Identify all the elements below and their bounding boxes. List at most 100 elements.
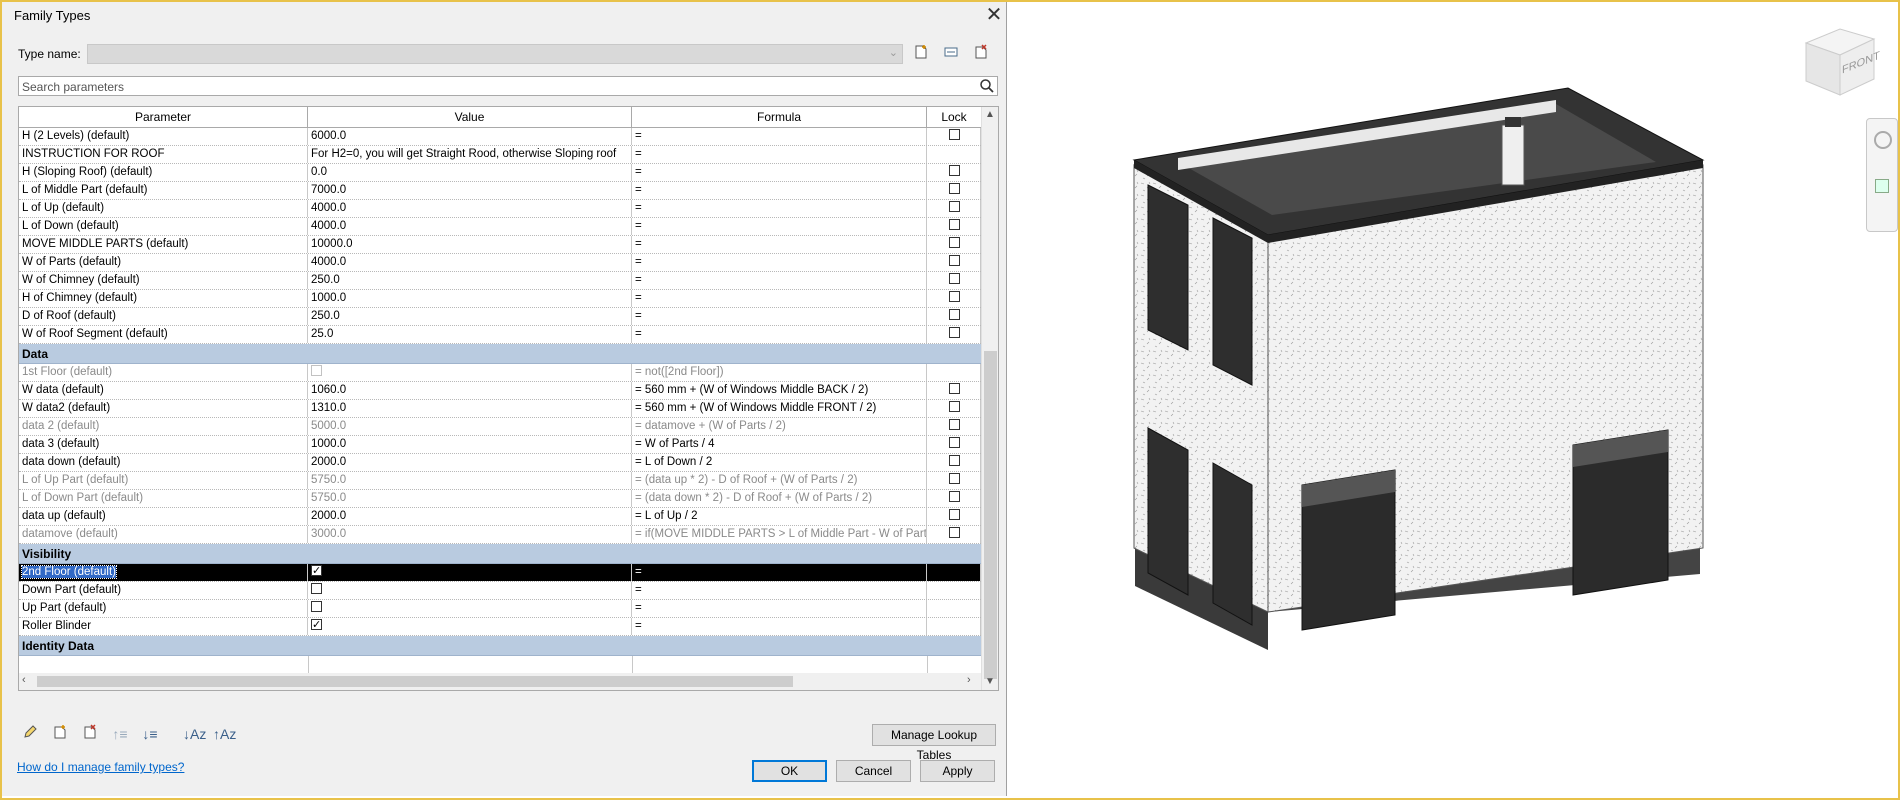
sort-ascending-icon[interactable]: ↓Az (183, 724, 206, 744)
lock-checkbox[interactable] (949, 383, 960, 394)
formula-cell[interactable]: = (632, 218, 927, 235)
lock-cell[interactable] (927, 182, 981, 199)
table-row[interactable]: data 3 (default) 1000.0 = W of Parts / 4 (19, 436, 981, 454)
lock-cell[interactable] (927, 490, 981, 507)
value-cell[interactable]: 5750.0 (308, 490, 632, 507)
lock-cell[interactable] (927, 326, 981, 343)
table-row[interactable]: datamove (default) 3000.0 = if(MOVE MIDDLE… (19, 526, 981, 544)
table-row[interactable]: W of Roof Segment (default) 25.0 = (19, 326, 981, 344)
column-header-lock[interactable]: Lock (927, 107, 981, 127)
value-cell[interactable]: 6000.0 (308, 128, 632, 145)
ok-button[interactable]: OK (752, 760, 827, 782)
lock-checkbox[interactable] (949, 473, 960, 484)
value-cell[interactable]: For H2=0, you will get Straight Rood, ot… (308, 146, 632, 163)
lock-cell[interactable] (927, 454, 981, 471)
parameter-cell[interactable]: L of Middle Part (default) (19, 182, 308, 199)
lock-cell[interactable] (927, 526, 981, 543)
edit-parameter-icon[interactable] (20, 724, 40, 744)
lock-checkbox[interactable] (949, 455, 960, 466)
move-up-icon[interactable]: ↑≡ (110, 724, 130, 744)
parameter-cell[interactable]: data up (default) (19, 508, 308, 525)
group-header-identity-data[interactable]: Identity Data (19, 636, 981, 656)
lock-cell[interactable] (927, 128, 981, 145)
search-input[interactable]: Search parameters (18, 76, 998, 96)
parameter-cell[interactable]: INSTRUCTION FOR ROOF (19, 146, 308, 163)
table-row[interactable]: L of Up (default) 4000.0 = (19, 200, 981, 218)
sort-descending-icon[interactable]: ↑Az (213, 724, 236, 744)
parameter-cell[interactable]: H (2 Levels) (default) (19, 128, 308, 145)
table-row[interactable]: L of Down (default) 4000.0 = (19, 218, 981, 236)
3d-viewport[interactable]: FRONT (1007, 0, 1900, 796)
parameter-cell[interactable]: Roller Blinder (19, 618, 308, 635)
formula-cell[interactable]: = not([2nd Floor]) (632, 364, 927, 381)
table-row[interactable]: MOVE MIDDLE PARTS (default) 10000.0 = (19, 236, 981, 254)
lock-cell[interactable] (927, 564, 981, 581)
horizontal-scrollbar[interactable]: ‹ › (19, 673, 981, 690)
lock-checkbox[interactable] (949, 509, 960, 520)
value-cell[interactable]: 5750.0 (308, 472, 632, 489)
lock-cell[interactable] (927, 218, 981, 235)
lock-cell[interactable] (927, 508, 981, 525)
formula-cell[interactable]: = L of Down / 2 (632, 454, 927, 471)
table-row[interactable]: L of Middle Part (default) 7000.0 = (19, 182, 981, 200)
table-row[interactable]: Down Part (default) = (19, 582, 981, 600)
value-cell[interactable]: 250.0 (308, 308, 632, 325)
formula-cell[interactable]: = (632, 272, 927, 289)
value-checkbox[interactable] (311, 365, 322, 377)
table-row[interactable]: 1st Floor (default) = not([2nd Floor]) (19, 364, 981, 382)
lock-checkbox[interactable] (949, 291, 960, 302)
lock-checkbox[interactable] (949, 273, 960, 284)
formula-cell[interactable]: = (632, 582, 927, 599)
parameter-cell[interactable]: W of Chimney (default) (19, 272, 308, 289)
table-row[interactable]: W of Chimney (default) 250.0 = (19, 272, 981, 290)
lock-cell[interactable] (927, 272, 981, 289)
cancel-button[interactable]: Cancel (836, 760, 911, 782)
rename-type-icon[interactable] (941, 44, 961, 64)
formula-cell[interactable]: = (632, 290, 927, 307)
formula-cell[interactable]: = (632, 164, 927, 181)
delete-parameter-icon[interactable] (80, 724, 100, 744)
value-cell[interactable]: 3000.0 (308, 526, 632, 543)
value-cell[interactable]: 7000.0 (308, 182, 632, 199)
lock-checkbox[interactable] (949, 165, 960, 176)
value-cell[interactable]: 4000.0 (308, 200, 632, 217)
lock-cell[interactable] (927, 400, 981, 417)
formula-cell[interactable]: = (632, 182, 927, 199)
table-row[interactable]: H (Sloping Roof) (default) 0.0 = (19, 164, 981, 182)
lock-cell[interactable] (927, 200, 981, 217)
lock-checkbox[interactable] (949, 201, 960, 212)
formula-cell[interactable]: = (632, 146, 927, 163)
parameter-cell[interactable]: 1st Floor (default) (19, 364, 308, 381)
value-cell[interactable]: 2000.0 (308, 454, 632, 471)
lock-checkbox[interactable] (949, 129, 960, 140)
formula-cell[interactable]: = (632, 254, 927, 271)
lock-cell[interactable] (927, 618, 981, 635)
value-cell[interactable]: 2000.0 (308, 508, 632, 525)
formula-cell[interactable]: = (632, 236, 927, 253)
formula-cell[interactable]: = (632, 618, 927, 635)
parameter-cell[interactable]: H (Sloping Roof) (default) (19, 164, 308, 181)
value-cell[interactable]: 25.0 (308, 326, 632, 343)
lock-checkbox[interactable] (949, 327, 960, 338)
lock-checkbox[interactable] (949, 491, 960, 502)
value-cell[interactable]: 10000.0 (308, 236, 632, 253)
new-parameter-icon[interactable] (50, 724, 70, 744)
move-down-icon[interactable]: ↓≡ (140, 724, 160, 744)
table-row[interactable]: Roller Blinder = (19, 618, 981, 636)
parameter-cell[interactable]: L of Down Part (default) (19, 490, 308, 507)
formula-cell[interactable]: = 560 mm + (W of Windows Middle FRONT / … (632, 400, 927, 417)
column-header-parameter[interactable]: Parameter (19, 107, 308, 127)
column-header-value[interactable]: Value (308, 107, 632, 127)
formula-cell[interactable]: = 560 mm + (W of Windows Middle BACK / 2… (632, 382, 927, 399)
lock-cell[interactable] (927, 582, 981, 599)
lock-cell[interactable] (927, 290, 981, 307)
lock-cell[interactable] (927, 600, 981, 617)
table-row[interactable]: D of Roof (default) 250.0 = (19, 308, 981, 326)
scroll-down-icon[interactable]: ▼ (985, 676, 995, 687)
table-row[interactable]: 2nd Floor (default) = (19, 564, 981, 582)
lock-cell[interactable] (927, 164, 981, 181)
visibility-checkbox[interactable] (311, 618, 322, 634)
parameter-cell[interactable]: Up Part (default) (19, 600, 308, 617)
table-row[interactable]: INSTRUCTION FOR ROOF For H2=0, you will g… (19, 146, 981, 164)
lock-checkbox[interactable] (949, 219, 960, 230)
